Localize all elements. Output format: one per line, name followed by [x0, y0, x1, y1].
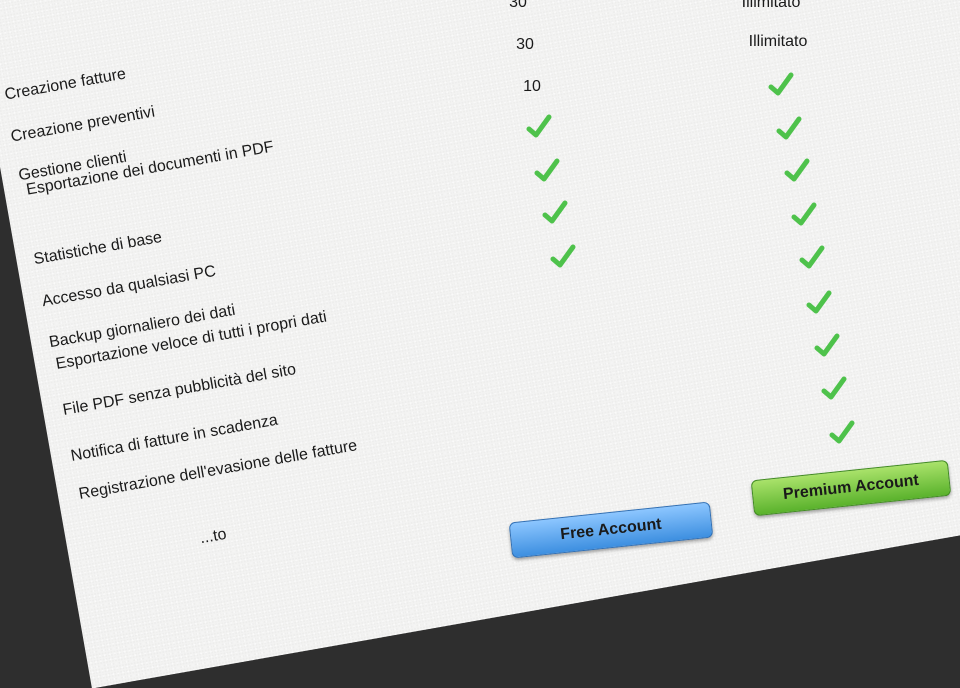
check-icon — [542, 200, 568, 224]
check-icon — [829, 420, 855, 444]
check-icon — [814, 333, 840, 357]
check-icon — [784, 158, 810, 182]
check-icon — [768, 72, 794, 96]
free-value-row0: 30 — [509, 0, 527, 11]
check-icon — [821, 376, 847, 400]
check-icon — [526, 114, 552, 138]
check-icon — [534, 158, 560, 182]
premium-value-row0: Illimitato — [741, 0, 801, 11]
premium-value-row1: Illimitato — [748, 33, 808, 50]
check-icon — [806, 290, 832, 314]
free-value-row1: 30 — [516, 36, 534, 53]
check-icon — [799, 245, 825, 269]
check-icon — [791, 202, 817, 226]
check-icon — [776, 116, 802, 140]
free-value-row2: 10 — [523, 78, 541, 95]
check-icon — [550, 244, 576, 268]
